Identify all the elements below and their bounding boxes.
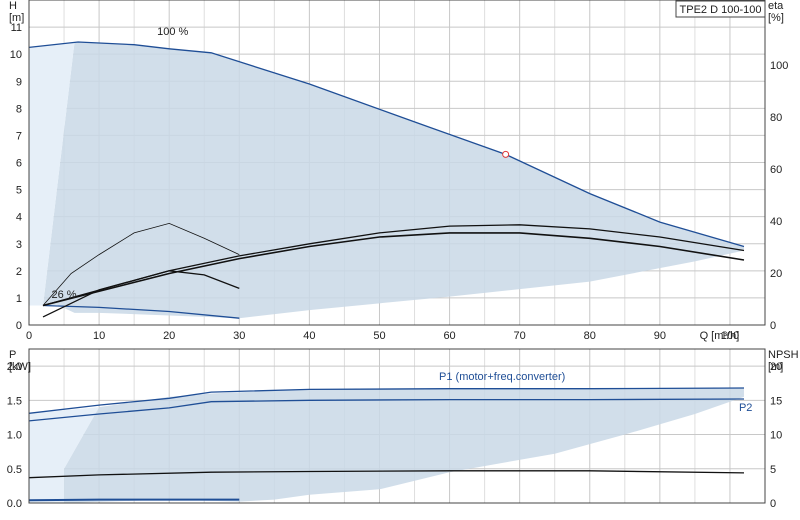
operating-point-marker: [502, 150, 510, 158]
y2-tick-label: 100: [770, 60, 788, 72]
y2-axis-label: [m]: [768, 361, 783, 373]
x-tick-label: 0: [26, 330, 32, 342]
power-curve-3: [28, 498, 240, 502]
series-label: P1 (motor+freq.converter): [439, 371, 565, 383]
y-tick-label: 0.5: [7, 464, 22, 476]
y-tick-label: 8: [16, 103, 22, 115]
y-tick-label: 1: [16, 293, 22, 305]
y2-axis-label: [%]: [768, 12, 784, 24]
y2-tick-label: 0: [770, 320, 776, 332]
y2-tick-label: 40: [770, 216, 782, 228]
y-axis-label: [m]: [9, 12, 24, 24]
y2-axis-label: eta: [768, 0, 784, 12]
product-label: TPE2 D 100-100: [680, 4, 762, 16]
y-axis-label: P: [9, 349, 16, 361]
series-label: P2: [739, 402, 752, 414]
y-tick-label: 0.0: [7, 498, 22, 510]
y2-tick-label: 15: [770, 395, 782, 407]
power-npsh-panel: P1 (motor+freq.converter)P20.00.51.01.52…: [7, 348, 799, 510]
speed-annotation: 100 %: [157, 26, 188, 38]
x-tick-label: 30: [233, 330, 245, 342]
y2-tick-label: 80: [770, 112, 782, 124]
x-tick-label: 70: [514, 330, 526, 342]
pump-performance-chart: 01234567891011020406080100H[m]eta[%]0 10 2…: [7, 0, 799, 510]
head-efficiency-panel: 01234567891011020406080100H[m]eta[%]0 10 2…: [9, 0, 788, 342]
operating-area: [64, 388, 744, 503]
x-axis-label: Q [m³/h]: [700, 330, 740, 342]
x-tick-label: 20: [163, 330, 175, 342]
y-tick-label: 1.5: [7, 395, 22, 407]
y-tick-label: 9: [16, 76, 22, 88]
y-tick-label: 6: [16, 158, 22, 170]
y2-tick-label: 20: [770, 268, 782, 280]
y-tick-label: 3: [16, 239, 22, 251]
y-tick-label: 1.0: [7, 430, 22, 442]
y-tick-label: 2: [16, 266, 22, 278]
y-tick-label: 10: [10, 49, 22, 61]
x-tick-label: 90: [654, 330, 666, 342]
x-tick-label: 50: [373, 330, 385, 342]
x-tick-label: 60: [443, 330, 455, 342]
y2-tick-label: 5: [770, 464, 776, 476]
y2-tick-label: 60: [770, 164, 782, 176]
y-axis-label: [kW]: [9, 361, 31, 373]
y-tick-label: 4: [16, 212, 22, 224]
x-tick-label: 40: [303, 330, 315, 342]
speed-annotation: 26 %: [52, 289, 77, 301]
y2-tick-label: 0: [770, 498, 776, 510]
y2-tick-label: 10: [770, 430, 782, 442]
x-tick-label: 80: [584, 330, 596, 342]
y2-axis-label: NPSH: [768, 349, 799, 361]
y-axis-label: H: [9, 0, 17, 12]
y-tick-label: 0: [16, 320, 22, 332]
y-tick-label: 5: [16, 185, 22, 197]
x-tick-label: 10: [93, 330, 105, 342]
y-tick-label: 7: [16, 130, 22, 142]
